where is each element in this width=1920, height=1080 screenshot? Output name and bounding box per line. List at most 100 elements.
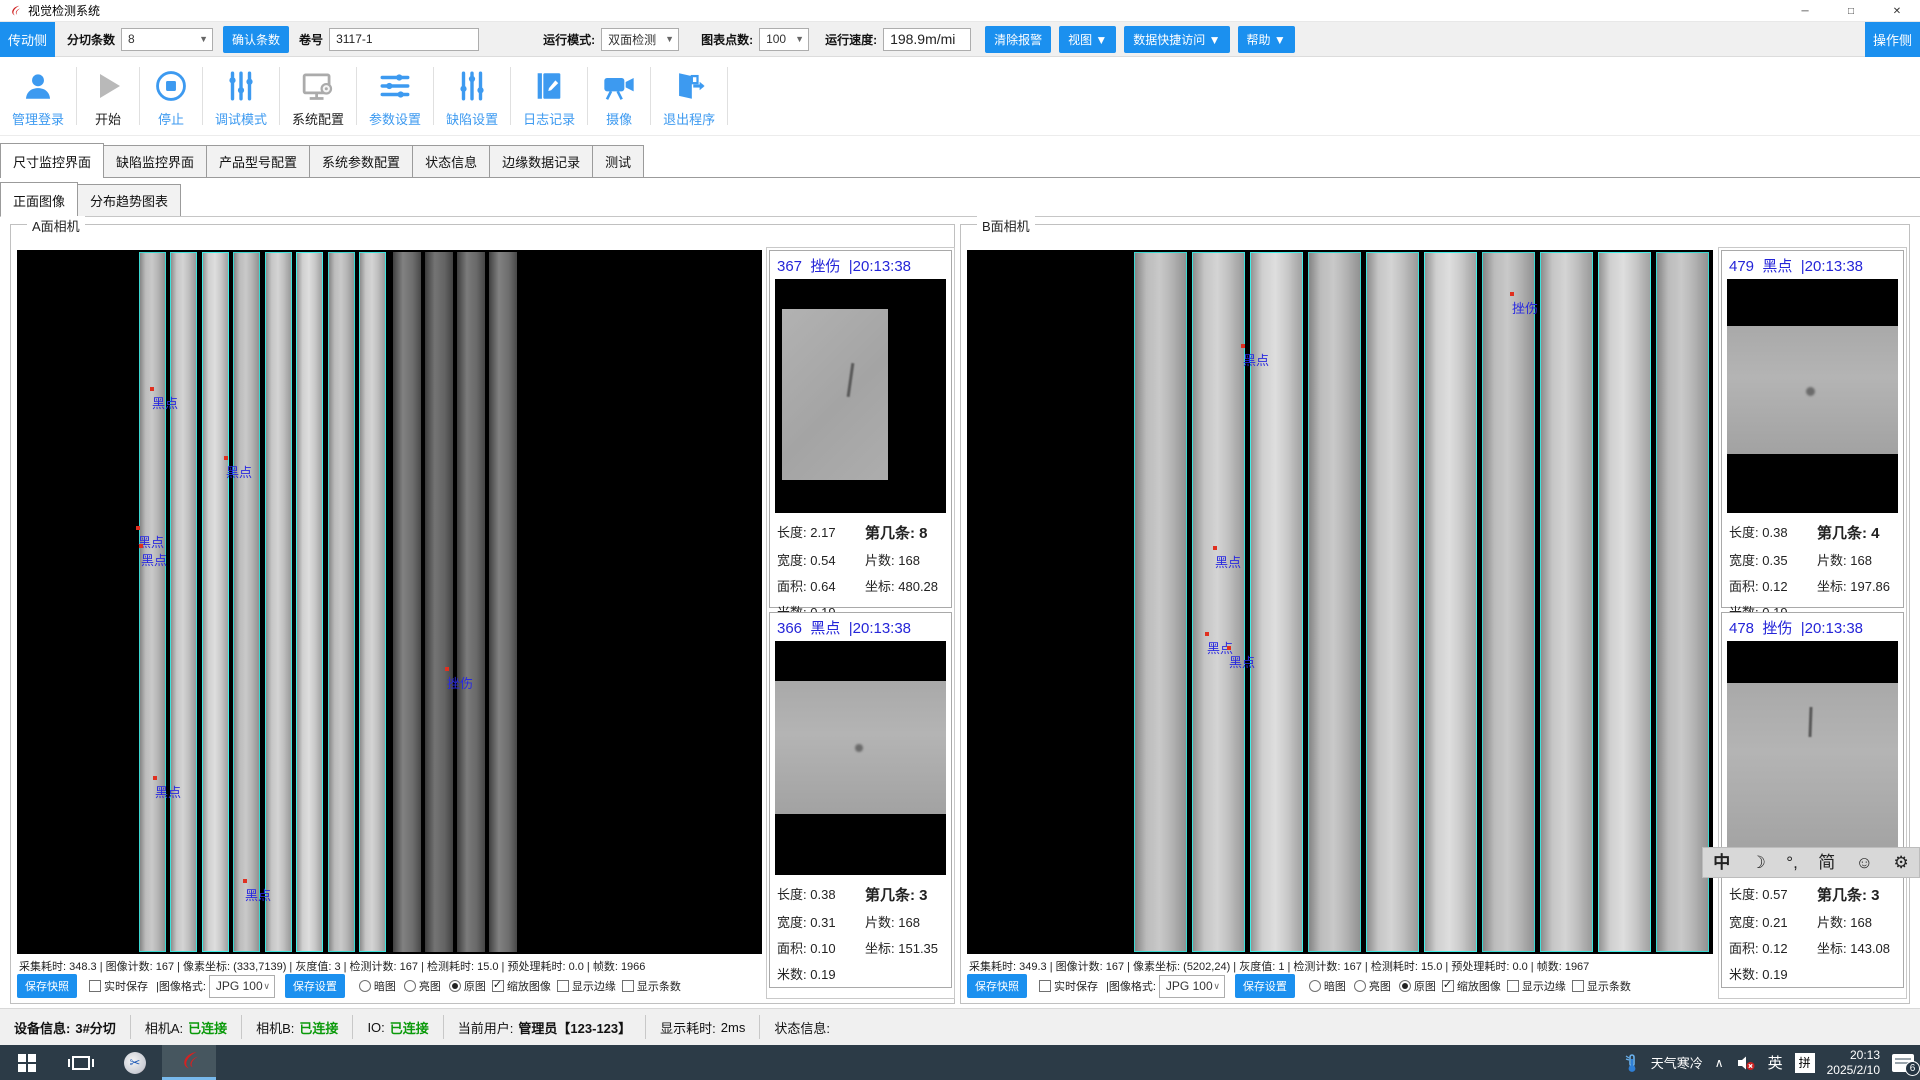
display-time-segment: 显示耗时: 2ms: [646, 1015, 760, 1039]
state-info-segment: 状态信息:: [760, 1015, 849, 1039]
language-indicator[interactable]: 英: [1768, 1052, 1783, 1073]
save-snapshot-button[interactable]: 保存快照: [967, 974, 1027, 998]
run-mode-value: 双面检测: [608, 31, 656, 48]
camera-b-stats-line: 采集耗时: 349.3 | 图像计数: 167 | 像素坐标: (5202,24…: [969, 958, 1589, 974]
login-button[interactable]: 管理登录: [0, 57, 76, 135]
simplified-chinese-icon[interactable]: 简: [1818, 854, 1835, 871]
subtab-trend-chart[interactable]: 分布趋势图表: [77, 184, 181, 216]
camera-a-image: 黑点黑点黑点黑点挫伤黑点黑点: [17, 250, 762, 954]
ime-language-bar[interactable]: 中 ☽ °, 简 ☺ ⚙: [1702, 847, 1920, 878]
bright-image-radio[interactable]: [404, 980, 416, 992]
snipping-tool-button[interactable]: ✂: [108, 1045, 162, 1080]
defect-card[interactable]: 479 黑点 |20:13:38 长度: 0.38 第几条: 4 宽度: 0.3…: [1721, 250, 1904, 608]
tab-test[interactable]: 测试: [592, 145, 644, 177]
tab-system-param-config[interactable]: 系统参数配置: [309, 145, 413, 177]
app-logo-icon: [177, 1049, 201, 1073]
defect-label: 黑点: [141, 550, 167, 569]
punctuation-mode-icon[interactable]: °,: [1786, 854, 1798, 871]
start-button[interactable]: 开始: [77, 57, 139, 135]
realtime-save-checkbox[interactable]: [89, 980, 101, 992]
task-view-icon: [72, 1056, 90, 1070]
defect-type: 挫伤: [1762, 620, 1792, 637]
minimize-button[interactable]: ─: [1782, 0, 1828, 22]
inspection-app-taskbar-button[interactable]: [162, 1045, 216, 1080]
debug-mode-button[interactable]: 调试模式: [203, 57, 279, 135]
quick-data-menu-button[interactable]: 数据快捷访问 ▼: [1124, 26, 1229, 53]
camera-b-image: 黑点挫伤黑点黑点黑点: [967, 250, 1713, 954]
dark-image-radio[interactable]: [359, 980, 371, 992]
task-view-button[interactable]: [54, 1045, 108, 1080]
close-button[interactable]: ✕: [1874, 0, 1920, 22]
save-snapshot-button[interactable]: 保存快照: [17, 974, 77, 998]
maximize-button[interactable]: □: [1828, 0, 1874, 22]
confirm-count-button[interactable]: 确认条数: [223, 26, 289, 53]
save-settings-button[interactable]: 保存设置: [1235, 974, 1295, 998]
film-strip-region: [296, 252, 323, 952]
image-format-select[interactable]: JPG 100 ∨: [209, 975, 275, 998]
slit-count-select[interactable]: 8 ▼: [121, 28, 213, 51]
original-image-radio[interactable]: [449, 980, 461, 992]
subtab-front-image[interactable]: 正面图像: [0, 182, 78, 216]
save-settings-button[interactable]: 保存设置: [285, 974, 345, 998]
gear-icon[interactable]: ⚙: [1893, 854, 1908, 871]
show-edge-checkbox[interactable]: [1507, 980, 1519, 992]
status-badge: 已连接: [299, 1018, 338, 1037]
ime-indicator[interactable]: 拼: [1795, 1053, 1815, 1073]
chart-points-value: 100: [766, 32, 786, 46]
tab-status-info[interactable]: 状态信息: [412, 145, 490, 177]
drive-side-button[interactable]: 传动侧: [0, 22, 55, 57]
taskbar-clock[interactable]: 20:13 2025/2/10: [1827, 1048, 1880, 1078]
device-info-segment: 设备信息: 3#分切: [0, 1015, 131, 1039]
bright-image-radio[interactable]: [1354, 980, 1366, 992]
ime-mode-chinese[interactable]: 中: [1713, 854, 1730, 871]
roll-number-input[interactable]: 3117-1: [329, 28, 479, 51]
moon-icon[interactable]: ☽: [1751, 854, 1766, 871]
tab-edge-data-record[interactable]: 边缘数据记录: [489, 145, 593, 177]
tab-size-monitor[interactable]: 尺寸监控界面: [0, 143, 104, 177]
stop-button[interactable]: 停止: [140, 57, 202, 135]
defect-label: 黑点: [155, 782, 181, 801]
zoom-image-checkbox[interactable]: [1442, 980, 1454, 992]
defect-header: 478 挫伤 |20:13:38: [1729, 617, 1898, 638]
action-center-button[interactable]: 6: [1892, 1054, 1914, 1072]
speaker-muted-icon[interactable]: [1736, 1055, 1756, 1071]
film-strip-region: [265, 252, 292, 952]
weather-text[interactable]: 天气寒冷: [1651, 1053, 1703, 1072]
defect-card[interactable]: 366 黑点 |20:13:38 长度: 0.38 第几条: 3 宽度: 0.3…: [769, 612, 952, 988]
help-menu-button[interactable]: 帮助 ▼: [1238, 26, 1295, 53]
chevron-down-icon: ▼: [665, 34, 674, 44]
show-count-checkbox[interactable]: [1572, 980, 1584, 992]
log-record-button[interactable]: 日志记录: [511, 57, 587, 135]
parameter-settings-button[interactable]: 参数设置: [357, 57, 433, 135]
defect-card[interactable]: 367 挫伤 |20:13:38 长度: 2.17 第几条: 8 宽度: 0.5…: [769, 250, 952, 608]
run-mode-select[interactable]: 双面检测 ▼: [601, 28, 679, 51]
title-bar: 视觉检测系统 ─ □ ✕: [0, 0, 1920, 22]
tab-product-model-config[interactable]: 产品型号配置: [206, 145, 310, 177]
defect-label: 黑点: [1229, 652, 1255, 671]
emoji-icon[interactable]: ☺: [1856, 854, 1873, 871]
start-button[interactable]: [0, 1045, 54, 1080]
defect-card[interactable]: 478 挫伤 |20:13:38 长度: 0.57 第几条: 3 宽度: 0.2…: [1721, 612, 1904, 988]
realtime-save-checkbox[interactable]: [1039, 980, 1051, 992]
defect-settings-button[interactable]: 缺陷设置: [434, 57, 510, 135]
image-format-select[interactable]: JPG 100 ∨: [1159, 975, 1225, 998]
chart-points-select[interactable]: 100 ▼: [759, 28, 809, 51]
hidden-icons-chevron[interactable]: ∧: [1715, 1056, 1724, 1070]
show-edge-checkbox[interactable]: [557, 980, 569, 992]
dark-image-radio[interactable]: [1309, 980, 1321, 992]
defect-label: 挫伤: [1512, 298, 1538, 317]
original-image-radio[interactable]: [1399, 980, 1411, 992]
film-strip-region: [1424, 252, 1477, 952]
system-config-button[interactable]: 系统配置: [280, 57, 356, 135]
stop-icon: [154, 65, 188, 107]
camera-a-status-segment: 相机A: 已连接: [131, 1015, 242, 1039]
film-strip-region: [202, 252, 229, 952]
capture-button[interactable]: 摄像: [588, 57, 650, 135]
view-menu-button[interactable]: 视图 ▼: [1059, 26, 1116, 53]
operate-side-button[interactable]: 操作侧: [1865, 22, 1920, 57]
exit-program-button[interactable]: 退出程序: [651, 57, 727, 135]
tab-defect-monitor[interactable]: 缺陷监控界面: [103, 145, 207, 177]
clear-alarm-button[interactable]: 清除报警: [985, 26, 1051, 53]
show-count-checkbox[interactable]: [622, 980, 634, 992]
zoom-image-checkbox[interactable]: [492, 980, 504, 992]
